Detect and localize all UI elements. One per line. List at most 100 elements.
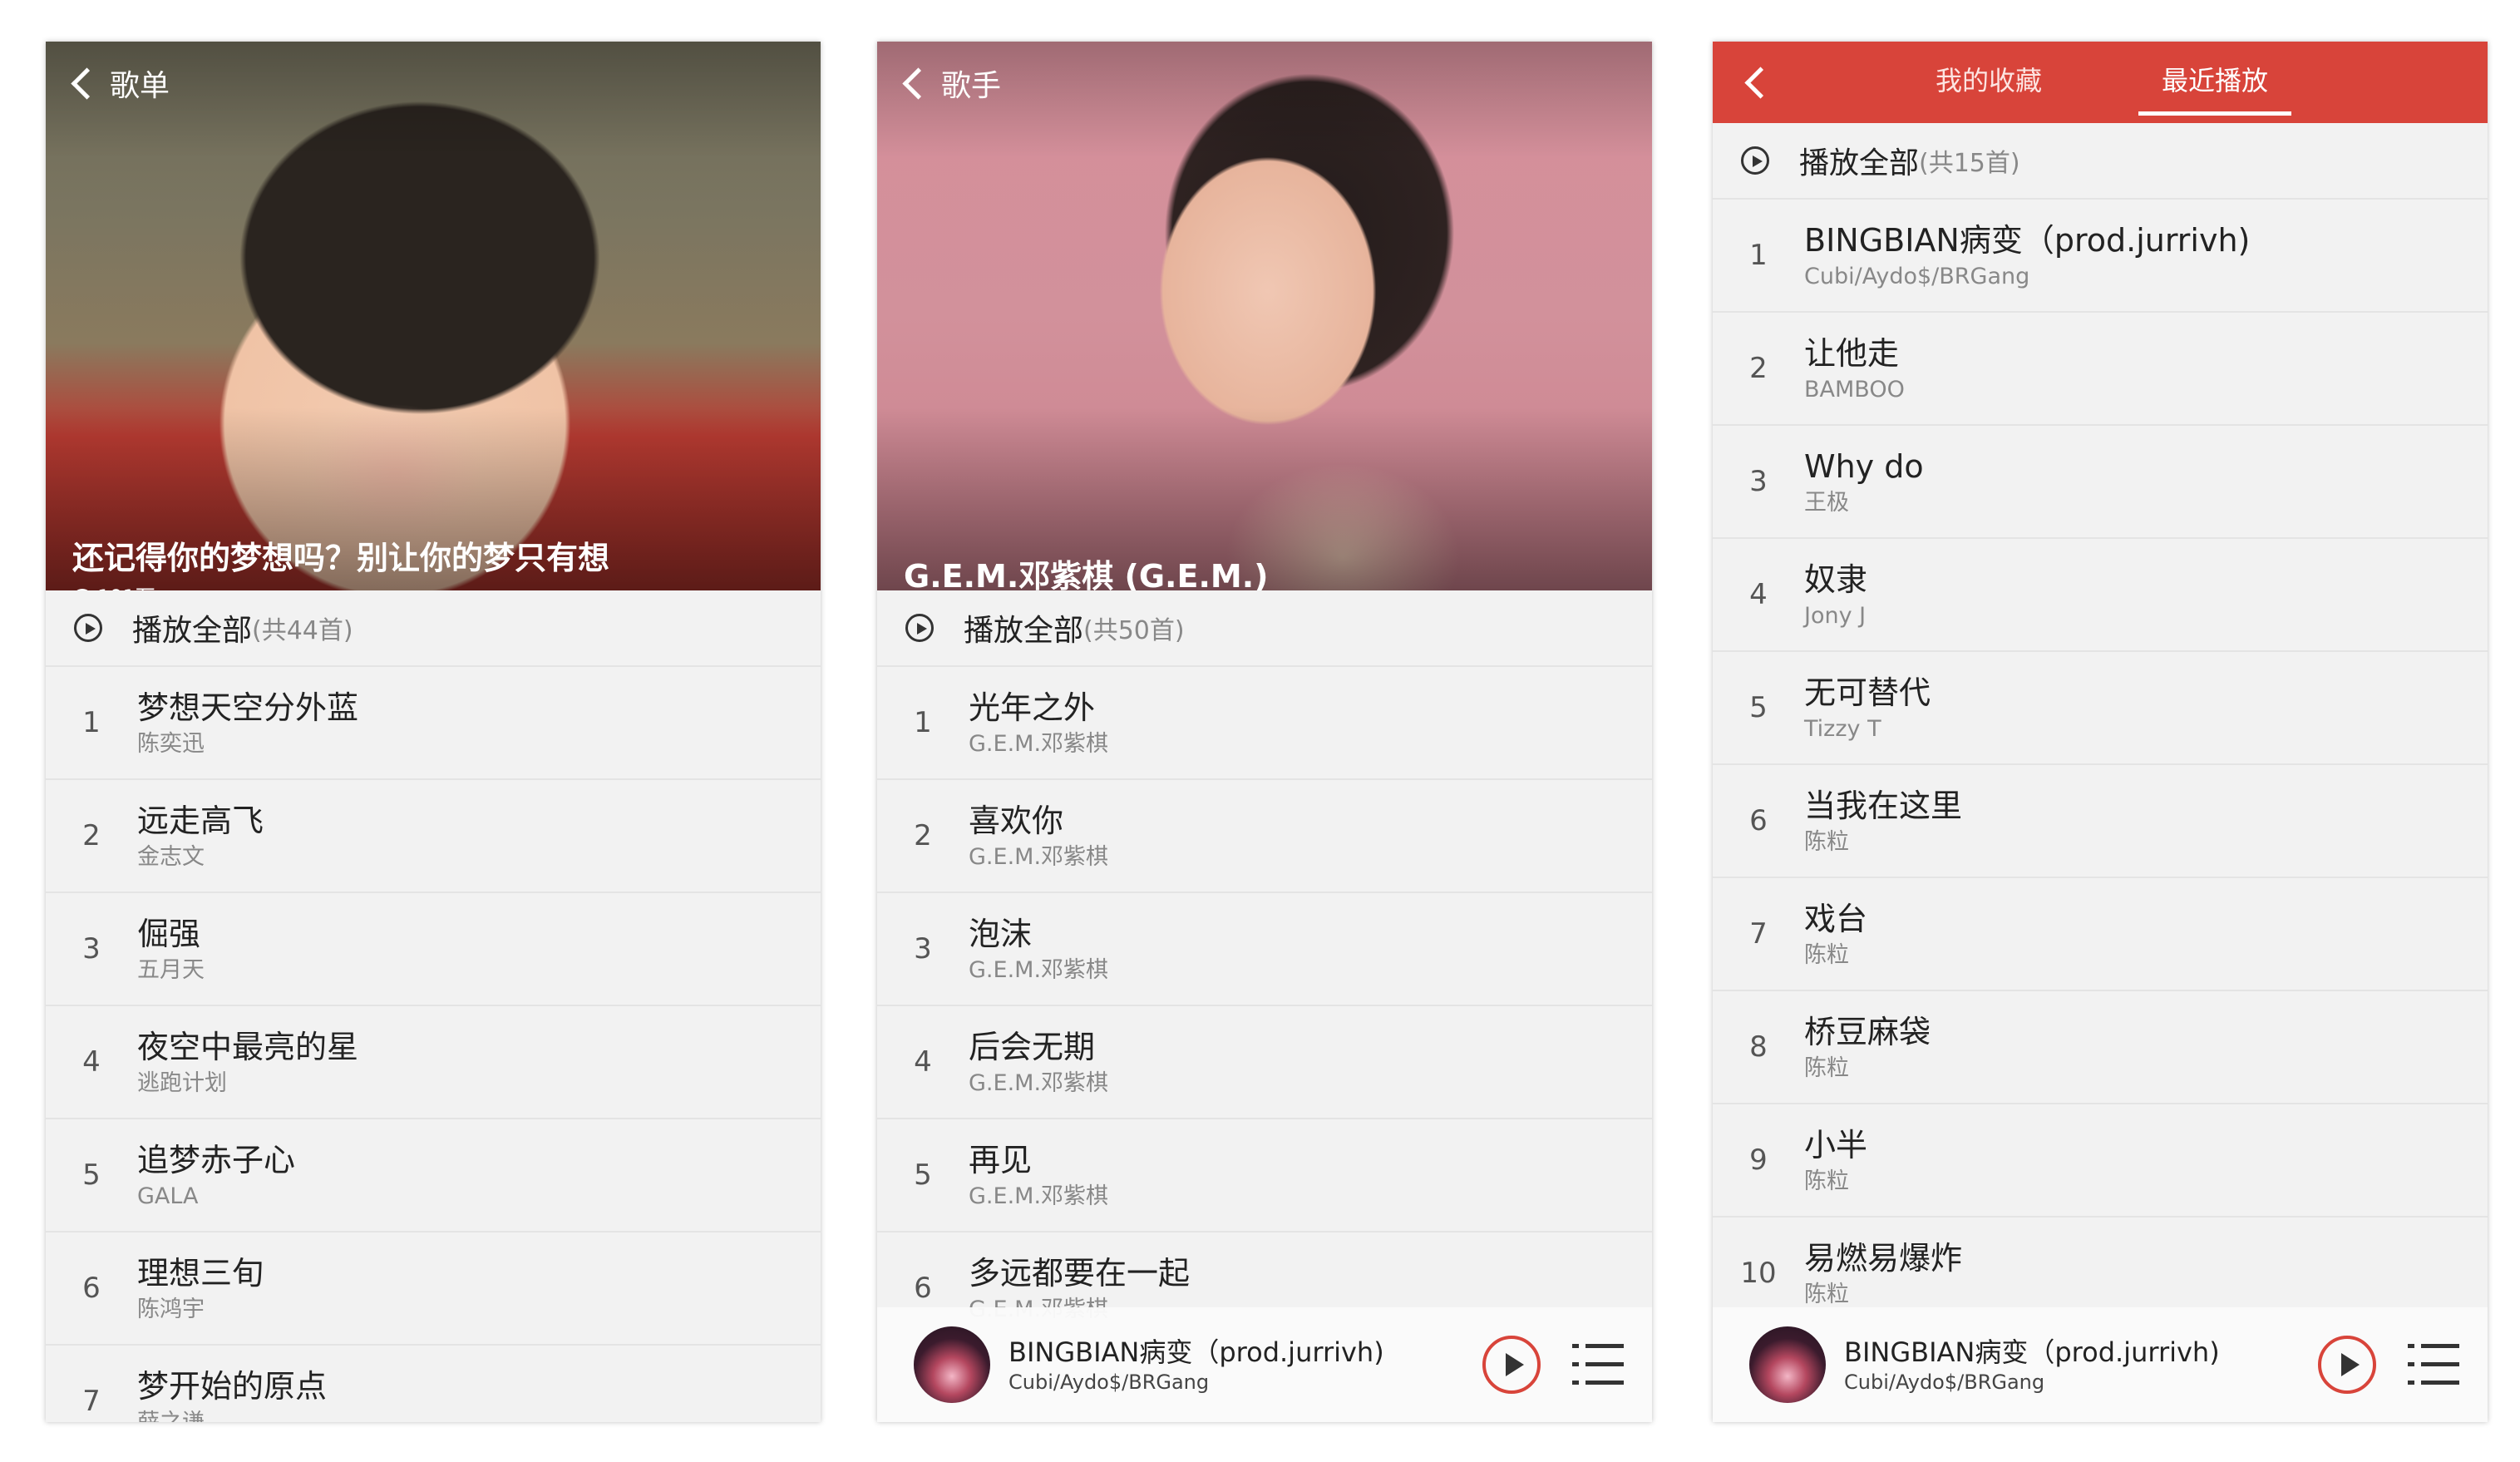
play-all-label: 播放全部 <box>964 614 1084 648</box>
back-label: 歌单 <box>110 69 170 103</box>
song-info: 奴隶 Jony J <box>1804 558 1867 631</box>
song-artist: 王极 <box>1804 490 1849 516</box>
song-artist: G.E.M.邓紫棋 <box>969 957 1109 983</box>
song-title: 戏台 <box>1804 901 1868 937</box>
song-row[interactable]: 9 小半 陈粒 <box>1713 1104 2488 1218</box>
song-title: 理想三旬 <box>137 1255 264 1292</box>
song-list: 1 光年之外 G.E.M.邓紫棋 2 喜欢你 G.E.M.邓紫棋 3 泡沫 G.E.M.邓紫棋 4… <box>877 667 1652 1346</box>
play-button-icon[interactable] <box>1482 1336 1541 1394</box>
play-button-icon[interactable] <box>2318 1336 2376 1394</box>
song-artist: 薛之谦 <box>137 1408 327 1422</box>
song-index: 3 <box>1749 465 1768 498</box>
song-title: 追梦赤子心 <box>137 1142 296 1178</box>
play-all-row[interactable]: 播放全部 (共50首) <box>877 590 1652 667</box>
song-row[interactable]: 2 远走高飞 金志文 <box>46 780 821 893</box>
song-row[interactable]: 2 喜欢你 G.E.M.邓紫棋 <box>877 780 1652 893</box>
song-artist: G.E.M.邓紫棋 <box>969 844 1109 870</box>
song-artist: G.E.M.邓紫棋 <box>969 1183 1109 1209</box>
song-row[interactable]: 2 让他走 BAMBOO <box>1713 313 2488 426</box>
song-row[interactable]: 4 夜空中最亮的星 逃跑计划 <box>46 1006 821 1119</box>
song-index: 4 <box>1749 578 1768 611</box>
song-title: 小半 <box>1804 1127 1868 1163</box>
song-artist: G.E.M.邓紫棋 <box>969 731 1109 757</box>
song-info: Why do 王极 <box>1804 445 1924 518</box>
tab-favorites[interactable]: 我的收藏 <box>1936 60 2042 98</box>
song-info: 追梦赤子心 GALA <box>137 1138 295 1212</box>
now-playing-info[interactable]: BINGBIAN病变（prod.jurrivh) Cubi/Aydo$/BRGa… <box>1844 1335 2293 1395</box>
song-index: 3 <box>82 932 101 966</box>
song-row[interactable]: 5 再见 G.E.M.邓紫棋 <box>877 1119 1652 1232</box>
song-index: 8 <box>1749 1030 1768 1064</box>
play-count: 191万 <box>72 580 155 590</box>
song-title: 再见 <box>969 1142 1033 1178</box>
song-title: BINGBIAN病变（prod.jurrivh) <box>1804 222 2251 259</box>
song-info: 无可替代 Tizzy T <box>1804 671 1931 744</box>
back-chevron-icon <box>71 67 103 100</box>
mini-player[interactable]: BINGBIAN病变（prod.jurrivh) Cubi/Aydo$/BRGa… <box>877 1307 1652 1422</box>
song-row[interactable]: 1 光年之外 G.E.M.邓紫棋 <box>877 667 1652 780</box>
song-row[interactable]: 3 泡沫 G.E.M.邓紫棋 <box>877 893 1652 1006</box>
song-row[interactable]: 3 倔强 五月天 <box>46 893 821 1006</box>
now-playing-title: BINGBIAN病变（prod.jurrivh) <box>1008 1336 1384 1368</box>
song-info: 梦开始的原点薛之谦 <box>137 1365 327 1422</box>
song-index: 2 <box>82 819 101 852</box>
play-all-row[interactable]: 播放全部 (共15首) <box>1713 123 2488 200</box>
back-chevron-icon <box>902 67 935 100</box>
song-row[interactable]: 7 梦开始的原点薛之谦 <box>46 1346 821 1422</box>
song-row[interactable]: 4 后会无期 G.E.M.邓紫棋 <box>877 1006 1652 1119</box>
playlist-icon[interactable] <box>2408 1344 2459 1385</box>
song-row[interactable]: 6 当我在这里 陈粒 <box>1713 765 2488 878</box>
song-row[interactable]: 7 戏台 陈粒 <box>1713 878 2488 991</box>
song-artist: G.E.M.邓紫棋 <box>969 1070 1109 1096</box>
song-info: 后会无期 G.E.M.邓紫棋 <box>969 1025 1108 1099</box>
mini-player[interactable]: BINGBIAN病变（prod.jurrivh) Cubi/Aydo$/BRGa… <box>1713 1307 2488 1422</box>
song-title: 梦想天空分外蓝 <box>137 689 359 726</box>
song-row[interactable]: 3 Why do 王极 <box>1713 426 2488 539</box>
song-artist: 陈粒 <box>1804 1055 1849 1081</box>
song-row[interactable]: 4 奴隶 Jony J <box>1713 539 2488 652</box>
back-chevron-icon[interactable] <box>1744 67 1777 99</box>
song-index: 2 <box>1749 352 1768 385</box>
song-title: 无可替代 <box>1804 674 1931 711</box>
song-list: 1 BINGBIAN病变（prod.jurrivh) Cubi/Aydo$/BRGa… <box>1713 200 2488 1331</box>
top-bar: 我的收藏 最近播放 <box>1713 42 2488 123</box>
playlist-icon[interactable] <box>1572 1344 1624 1385</box>
song-row[interactable]: 1 梦想天空分外蓝 陈奕迅 <box>46 667 821 780</box>
song-artist: GALA <box>137 1183 199 1209</box>
song-row[interactable]: 1 BINGBIAN病变（prod.jurrivh) Cubi/Aydo$/BRGa… <box>1713 200 2488 313</box>
song-row[interactable]: 8 桥豆麻袋 陈粒 <box>1713 991 2488 1104</box>
song-info: 戏台 陈粒 <box>1804 897 1867 971</box>
song-artist: 五月天 <box>137 957 205 983</box>
play-count-value: 191万 <box>97 580 155 590</box>
tab-recent[interactable]: 最近播放 <box>2162 60 2268 98</box>
song-index: 1 <box>1749 239 1768 272</box>
song-index: 1 <box>914 706 932 739</box>
song-artist: 金志文 <box>137 844 205 870</box>
back-button[interactable]: 歌单 <box>67 60 170 106</box>
back-button[interactable]: 歌手 <box>899 60 1001 106</box>
album-thumbnail[interactable] <box>914 1326 990 1403</box>
song-index: 4 <box>914 1045 932 1079</box>
song-info: 梦想天空分外蓝陈奕迅 <box>137 686 358 759</box>
song-title: 多远都要在一起 <box>969 1255 1191 1292</box>
play-all-count: (共15首) <box>1919 149 2020 178</box>
singer-name: G.E.M.邓紫棋 (G.E.M.) <box>904 558 1269 590</box>
song-info: BINGBIAN病变（prod.jurrivh) Cubi/Aydo$/BRGan… <box>1804 219 2250 292</box>
song-row[interactable]: 5 追梦赤子心 GALA <box>46 1119 821 1232</box>
song-title: 梦开始的原点 <box>137 1368 328 1405</box>
song-artist: 陈奕迅 <box>137 731 205 757</box>
play-all-row[interactable]: 播放全部 (共44首) <box>46 590 821 667</box>
song-title: 喜欢你 <box>969 803 1064 839</box>
song-artist: 陈粒 <box>1804 942 1849 968</box>
album-thumbnail[interactable] <box>1749 1326 1826 1403</box>
song-index: 6 <box>914 1272 932 1305</box>
song-index: 6 <box>82 1272 101 1305</box>
now-playing-info[interactable]: BINGBIAN病变（prod.jurrivh) Cubi/Aydo$/BRGa… <box>1008 1335 1457 1395</box>
singer-panel: 歌手 G.E.M.邓紫棋 (G.E.M.) 播放全部 (共50首) 1 光年之外 G… <box>877 42 1652 1422</box>
song-info: 倔强 五月天 <box>137 912 205 985</box>
song-row[interactable]: 5 无可替代 Tizzy T <box>1713 652 2488 765</box>
play-circle-icon <box>1741 146 1769 175</box>
song-row[interactable]: 6 理想三旬 陈鸿宇 <box>46 1232 821 1346</box>
singer-cover: 歌手 G.E.M.邓紫棋 (G.E.M.) <box>877 42 1652 590</box>
play-all-count: (共44首) <box>252 616 353 645</box>
